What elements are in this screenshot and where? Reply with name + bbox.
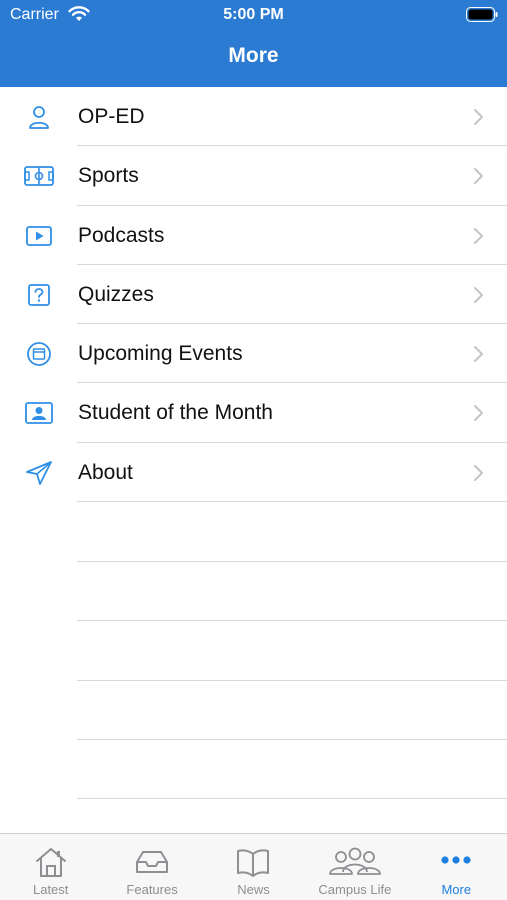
chevron-right-icon <box>474 109 483 125</box>
menu-item-label: OP-ED <box>78 105 145 128</box>
menu-item-label: Upcoming Events <box>78 342 243 366</box>
tab-features[interactable]: Features <box>101 834 202 900</box>
row-separator <box>77 501 507 503</box>
tab-label: Features <box>126 882 178 897</box>
tab-latest[interactable]: Latest <box>0 834 101 900</box>
empty-row-separator <box>77 739 507 740</box>
empty-row-separator <box>77 680 507 681</box>
menu-item-podcasts[interactable]: Podcasts <box>0 206 507 265</box>
chevron-right-icon <box>474 464 483 481</box>
menu-item-upcoming-events[interactable]: Upcoming Events <box>0 324 507 384</box>
house-icon <box>35 848 66 877</box>
ellipsis-icon <box>441 856 471 864</box>
chevron-right-icon <box>474 286 483 303</box>
tab-more[interactable]: More <box>406 834 507 900</box>
menu-item-quizzes[interactable]: Quizzes <box>0 265 507 325</box>
menu-item-sports[interactable]: Sports <box>0 146 507 206</box>
status-time: 5:00 PM <box>223 6 284 23</box>
more-menu-list: OP-ED Sports Podcasts Quizzes Upcoming E… <box>0 87 507 503</box>
battery-icon <box>466 7 498 22</box>
menu-item-about[interactable]: About <box>0 443 507 503</box>
person-icon <box>29 106 49 129</box>
calendar-icon <box>27 342 51 367</box>
menu-item-student-of-the-month[interactable]: Student of the Month <box>0 383 507 443</box>
chevron-right-icon <box>474 346 483 363</box>
menu-item-label: Podcasts <box>78 223 165 247</box>
empty-row-separator <box>77 620 507 621</box>
empty-row-separator <box>77 798 507 799</box>
menu-item-label: Student of the Month <box>78 401 273 425</box>
status-bar: Carrier 5:00 PM <box>0 0 507 30</box>
book-icon <box>237 849 270 877</box>
send-icon <box>26 460 52 485</box>
tab-label: Latest <box>32 882 69 897</box>
field-icon <box>24 166 54 187</box>
page-title: More <box>228 44 279 67</box>
menu-item-label: About <box>78 460 133 484</box>
tab-campus-life[interactable]: Campus Life <box>304 834 405 900</box>
play-icon <box>26 225 52 246</box>
tray-icon <box>136 851 169 873</box>
id-card-icon <box>25 402 53 425</box>
tab-label: Campus Life <box>318 882 392 897</box>
navigation-header: Carrier 5:00 PM More <box>0 0 507 87</box>
group-icon <box>328 847 381 875</box>
tab-bar: Latest Features News Campus Life More <box>0 833 507 900</box>
question-icon <box>28 283 50 306</box>
menu-item-op-ed[interactable]: OP-ED <box>0 87 507 147</box>
menu-item-label: Quizzes <box>78 282 154 306</box>
tab-label: More <box>441 882 472 897</box>
menu-item-label: Sports <box>78 164 139 188</box>
tab-label: News <box>237 882 270 897</box>
chevron-right-icon <box>474 168 483 185</box>
chevron-right-icon <box>474 405 483 422</box>
chevron-right-icon <box>474 227 483 244</box>
empty-row-separator <box>77 561 507 562</box>
tab-news[interactable]: News <box>203 834 304 900</box>
